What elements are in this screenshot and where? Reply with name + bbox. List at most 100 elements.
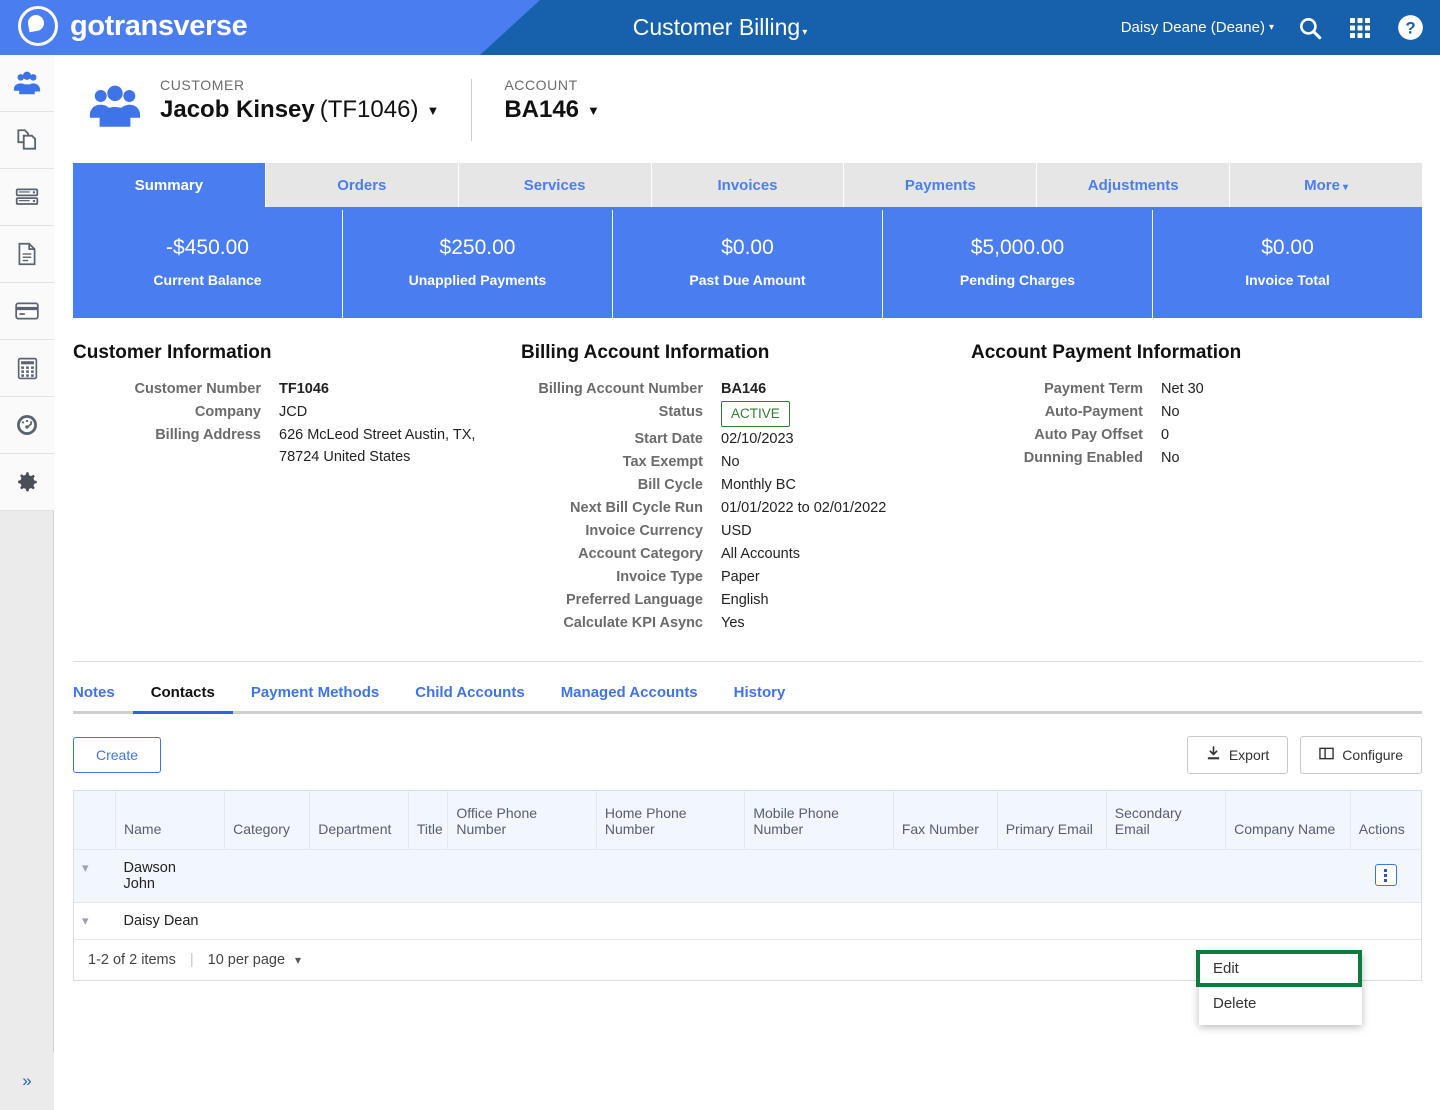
subtab-notes[interactable]: Notes <box>73 684 133 714</box>
field-value: Yes <box>721 615 745 631</box>
brand-logo-group[interactable]: gotransverse <box>18 6 248 46</box>
chevron-down-icon: ▾ <box>295 952 302 967</box>
field-label: Calculate KPI Async <box>563 615 703 631</box>
kpi-value: $250.00 <box>439 236 516 259</box>
table-row[interactable]: ▾ Dawson John <box>74 848 1421 902</box>
subtab-label: Notes <box>73 684 115 701</box>
customer-name: Jacob Kinsey <box>160 96 315 123</box>
field-value: No <box>721 454 740 470</box>
sidebar-item-documents[interactable] <box>0 112 54 169</box>
chevron-down-icon[interactable]: ▾ <box>82 860 89 875</box>
subtab-managed-accounts[interactable]: Managed Accounts <box>542 684 716 714</box>
col-home-phone-number[interactable]: Home Phone Number <box>596 791 746 849</box>
kpi-pending-charges: $5,000.00 Pending Charges <box>883 210 1153 318</box>
field-label: Customer Number <box>134 381 262 397</box>
page-size-selector[interactable]: 10 per page ▾ <box>208 952 301 968</box>
tab-summary[interactable]: Summary <box>73 163 266 207</box>
app-title-text: Customer Billing <box>632 14 801 40</box>
main-tab-bar: Summary Orders Services Invoices Payment… <box>73 163 1423 210</box>
tab-invoices[interactable]: Invoices <box>651 163 845 207</box>
svg-text:?: ? <box>1405 19 1415 38</box>
subtab-payment-methods[interactable]: Payment Methods <box>232 684 398 714</box>
context-menu-item-delete[interactable]: Delete <box>1199 986 1362 1021</box>
subtab-filler <box>803 711 1422 714</box>
row-expand-cell[interactable]: ▾ <box>74 848 116 902</box>
cell-department <box>309 901 409 939</box>
configure-button[interactable]: Configure <box>1300 736 1422 774</box>
field-value: 626 McLeod Street Austin, TX, 78724 Unit… <box>279 427 476 465</box>
search-icon[interactable] <box>1296 14 1324 42</box>
field-invoice-currency: Invoice Currency USD <box>521 520 971 542</box>
field-value: USD <box>721 523 752 539</box>
sidebar-item-payments[interactable] <box>0 283 54 340</box>
sidebar-item-servers[interactable] <box>0 169 54 226</box>
tab-orders[interactable]: Orders <box>265 163 459 207</box>
apps-grid-icon[interactable] <box>1346 14 1374 42</box>
field-bill-cycle: Bill Cycle Monthly BC <box>521 474 971 496</box>
cell-actions <box>1350 901 1421 939</box>
configure-label: Configure <box>1342 747 1403 763</box>
subtab-child-accounts[interactable]: Child Accounts <box>397 684 543 714</box>
col-secondary-email[interactable]: Secondary Email <box>1106 791 1227 849</box>
col-title[interactable]: Title <box>408 791 449 849</box>
cell-mobile-phone <box>744 848 894 902</box>
kpi-label: Current Balance <box>153 272 262 288</box>
download-icon <box>1206 746 1221 764</box>
field-value: 02/10/2023 <box>721 431 794 447</box>
sidebar-item-invoices[interactable] <box>0 226 54 283</box>
field-label: Start Date <box>634 431 704 447</box>
col-mobile-phone-number[interactable]: Mobile Phone Number <box>744 791 894 849</box>
field-value: Net 30 <box>1161 381 1204 397</box>
field-label: Billing Address <box>155 427 261 443</box>
field-billing-address: Billing Address 626 McLeod Street Austin… <box>89 424 521 468</box>
tab-payments[interactable]: Payments <box>844 163 1038 207</box>
cell-title <box>408 901 448 939</box>
sidebar-item-customers[interactable] <box>0 55 54 112</box>
tab-adjustments[interactable]: Adjustments <box>1037 163 1231 207</box>
sidebar-item-settings[interactable] <box>0 454 54 511</box>
tab-more[interactable]: More ▾ <box>1230 163 1423 207</box>
chevron-down-icon[interactable]: ▾ <box>82 913 89 928</box>
user-name-label: Daisy Deane (Deane) <box>1120 19 1265 36</box>
col-department[interactable]: Department <box>309 791 409 849</box>
subtab-history[interactable]: History <box>715 684 804 714</box>
tab-label: Orders <box>337 177 387 194</box>
chevron-down-icon: ▾ <box>1268 22 1274 33</box>
kpi-label: Invoice Total <box>1245 272 1330 288</box>
field-dunning-enabled: Dunning Enabled No <box>971 447 1421 469</box>
field-value: 0 <box>1161 427 1170 443</box>
table-toolbar: Create Export Configure <box>73 736 1422 774</box>
field-value: Paper <box>721 569 760 585</box>
row-actions-menu-button[interactable] <box>1374 864 1397 886</box>
subtab-contacts[interactable]: Contacts <box>132 684 233 714</box>
export-button[interactable]: Export <box>1186 736 1289 774</box>
field-label: Auto Pay Offset <box>1034 427 1143 443</box>
table-row[interactable]: ▾ Daisy Dean <box>74 901 1421 939</box>
sidebar-item-dashboard[interactable] <box>0 397 54 454</box>
row-context-menu: Edit Delete <box>1199 951 1362 1025</box>
col-fax-number[interactable]: Fax Number <box>893 791 998 849</box>
col-primary-email[interactable]: Primary Email <box>997 791 1107 849</box>
col-company-name[interactable]: Company Name <box>1225 791 1351 849</box>
subtab-label: Child Accounts <box>415 684 525 701</box>
row-expand-cell[interactable]: ▾ <box>74 901 116 939</box>
app-title-dropdown[interactable]: Customer Billing ▾ <box>633 14 807 41</box>
tab-services[interactable]: Services <box>458 163 652 207</box>
col-office-phone-number[interactable]: Office Phone Number <box>447 791 597 849</box>
account-selector[interactable]: BA146 ▼ <box>504 96 600 124</box>
sidebar-expand-button[interactable]: » <box>0 1052 54 1110</box>
user-menu[interactable]: Daisy Deane (Deane) ▾ <box>1121 19 1274 36</box>
col-name[interactable]: Name <box>115 791 226 849</box>
help-icon[interactable]: ? <box>1396 14 1424 42</box>
create-button[interactable]: Create <box>73 737 162 773</box>
panel-heading: Account Payment Information <box>971 342 1242 363</box>
col-category[interactable]: Category <box>224 791 311 849</box>
field-value: ACTIVE <box>721 401 790 427</box>
customer-selector[interactable]: Jacob Kinsey (TF1046) ▼ <box>160 96 439 124</box>
account-context: ACCOUNT BA146 ▼ <box>504 77 600 124</box>
context-menu-item-edit[interactable]: Edit <box>1199 951 1362 986</box>
kpi-summary-row: -$450.00 Current Balance $250.00 Unappli… <box>73 210 1422 318</box>
cell-fax <box>893 901 998 939</box>
sidebar-item-calculator[interactable] <box>0 340 54 397</box>
kpi-label: Pending Charges <box>959 272 1076 288</box>
